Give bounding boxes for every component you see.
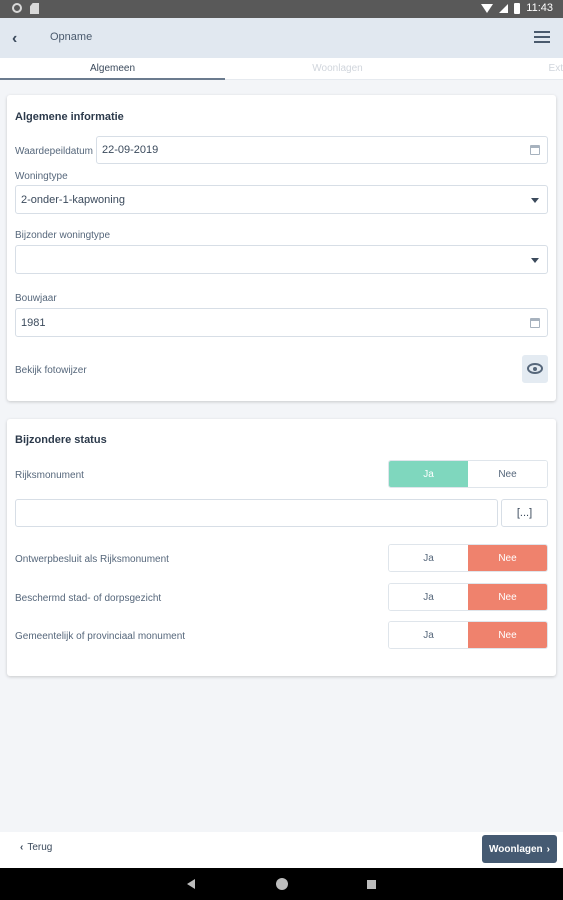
peildatum-label: Waardepeildatum: [15, 146, 94, 157]
bouwjaar-value: 1981: [21, 316, 46, 329]
app-bar: ‹ Opname: [0, 18, 563, 58]
general-info-title: Algemene informatie: [15, 111, 124, 123]
ontwerpbesluit-label: Ontwerpbesluit als Rijksmonument: [15, 554, 169, 565]
ontwerpbesluit-no[interactable]: Nee: [468, 545, 547, 571]
nav-back-icon[interactable]: [187, 879, 195, 889]
tab-algemeen[interactable]: Algemeen: [0, 63, 225, 74]
tab-bar: Algemeen Woonlagen Ext: [0, 58, 563, 80]
gemeentelijk-no[interactable]: Nee: [468, 622, 547, 648]
status-bar: 11:43: [0, 0, 563, 18]
fotowijzer-button[interactable]: [522, 355, 548, 383]
battery-icon: [514, 2, 521, 14]
active-tab-indicator: [0, 78, 225, 80]
beschermd-toggle: Ja Nee: [388, 583, 548, 611]
terug-button[interactable]: ‹ Terug: [20, 842, 52, 853]
bouwjaar-label: Bouwjaar: [15, 293, 57, 304]
rijksmonument-no[interactable]: Nee: [468, 461, 547, 487]
special-status-card: Bijzondere status Rijksmonument Ja Nee […: [7, 419, 556, 676]
gemeentelijk-yes[interactable]: Ja: [389, 622, 468, 648]
back-arrow-icon[interactable]: ‹: [12, 30, 17, 48]
more-options-button[interactable]: [...]: [501, 499, 548, 527]
bouwjaar-field[interactable]: 1981: [15, 308, 548, 337]
rijksmonument-notes-field[interactable]: [15, 499, 498, 527]
wifi-icon: [481, 3, 494, 13]
gemeentelijk-toggle: Ja Nee: [388, 621, 548, 649]
android-nav-bar: [0, 868, 563, 900]
hamburger-menu-icon[interactable]: [534, 31, 550, 43]
chevron-right-icon: ›: [546, 843, 551, 855]
dropdown-caret-icon: [531, 257, 539, 263]
fotowijzer-label: Bekijk fotowijzer: [15, 365, 87, 376]
footer-bar: ‹ Terug Woonlagen ›: [0, 832, 563, 868]
ontwerpbesluit-yes[interactable]: Ja: [389, 545, 468, 571]
beschermd-no[interactable]: Nee: [468, 584, 547, 610]
ontwerpbesluit-toggle: Ja Nee: [388, 544, 548, 572]
woningtype-value: 2-onder-1-kapwoning: [21, 193, 125, 206]
status-time: 11:43: [526, 2, 553, 14]
sd-card-icon: [30, 3, 39, 14]
next-label: Woonlagen: [488, 843, 543, 855]
notification-icon: [12, 3, 22, 13]
rijksmonument-yes[interactable]: Ja: [389, 461, 468, 487]
general-info-card: Algemene informatie Waardepeildatum 22-0…: [7, 95, 556, 401]
bijzonder-select[interactable]: [15, 245, 548, 274]
special-status-title: Bijzondere status: [15, 434, 107, 446]
rijksmonument-label: Rijksmonument: [15, 470, 84, 481]
dropdown-caret-icon: [531, 197, 539, 203]
nav-home-icon[interactable]: [276, 878, 288, 890]
tab-woonlagen[interactable]: Woonlagen: [225, 63, 450, 74]
bijzonder-label: Bijzonder woningtype: [15, 230, 111, 241]
gemeentelijk-label: Gemeentelijk of provinciaal monument: [15, 631, 186, 642]
woningtype-label: Woningtype: [15, 171, 68, 182]
calendar-icon[interactable]: [530, 317, 540, 328]
page-title: Opname: [50, 31, 93, 43]
nav-recent-apps-icon[interactable]: [367, 880, 376, 889]
peildatum-field[interactable]: 22-09-2019: [96, 136, 548, 164]
woningtype-select[interactable]: 2-onder-1-kapwoning: [15, 185, 548, 214]
peildatum-value: 22-09-2019: [102, 144, 159, 156]
beschermd-yes[interactable]: Ja: [389, 584, 468, 610]
calendar-icon[interactable]: [530, 145, 540, 155]
eye-icon: [527, 363, 543, 374]
woonlagen-next-button[interactable]: Woonlagen ›: [482, 835, 557, 863]
signal-icon: [499, 3, 509, 13]
chevron-left-icon: ‹: [20, 842, 24, 853]
tab-ext[interactable]: Ext: [450, 63, 563, 74]
terug-label: Terug: [27, 842, 53, 853]
rijksmonument-toggle: Ja Nee: [388, 460, 548, 488]
beschermd-label: Beschermd stad- of dorpsgezicht: [15, 593, 162, 604]
